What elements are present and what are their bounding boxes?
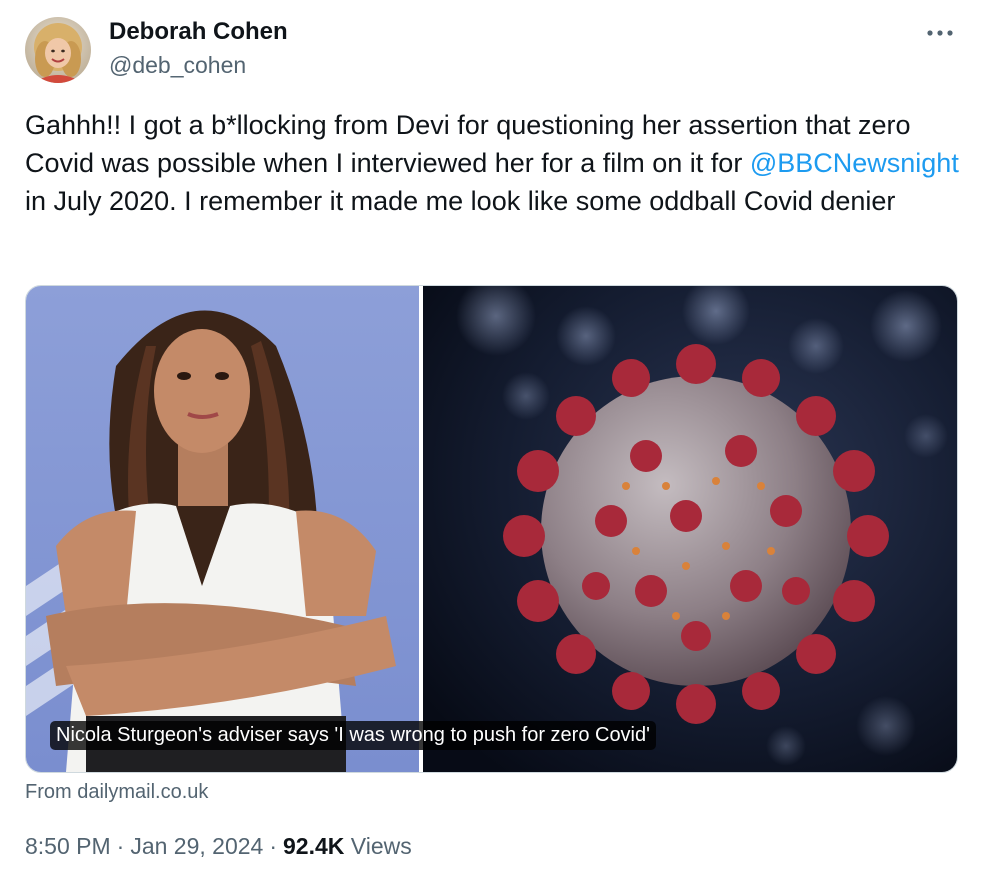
avatar[interactable] (25, 17, 91, 83)
avatar-image (25, 17, 91, 83)
tweet-text-end: in July 2020. I remember it made me look… (25, 186, 896, 216)
meta-separator: · (116, 833, 125, 859)
photo-left (26, 286, 419, 772)
more-options-button[interactable] (918, 18, 962, 48)
author-name[interactable]: Deborah Cohen (109, 18, 288, 46)
card-source-link[interactable]: From dailymail.co.uk (25, 781, 208, 804)
card-image (26, 286, 957, 772)
tweet-time[interactable]: 8:50 PM (25, 833, 111, 859)
author-handle[interactable]: @deb_cohen (109, 52, 246, 79)
meta-separator: · (269, 833, 278, 859)
more-horizontal-icon (927, 30, 953, 36)
views-label: Views (350, 833, 412, 859)
link-card[interactable]: Nicola Sturgeon's adviser says 'I was wr… (25, 285, 958, 773)
card-headline: Nicola Sturgeon's adviser says 'I was wr… (50, 721, 656, 750)
photo-right (423, 286, 957, 772)
tweet-meta: 8:50 PM · Jan 29, 2024 · 92.4K Views (25, 833, 412, 860)
tweet[interactable]: Deborah Cohen @deb_cohen Gahhh!! I got a… (0, 0, 985, 889)
tweet-date[interactable]: Jan 29, 2024 (130, 833, 263, 859)
tweet-text: Gahhh!! I got a b*llocking from Devi for… (25, 106, 960, 220)
views-count: 92.4K (283, 833, 345, 859)
mention-link[interactable]: @BBCNewsnight (750, 148, 959, 178)
